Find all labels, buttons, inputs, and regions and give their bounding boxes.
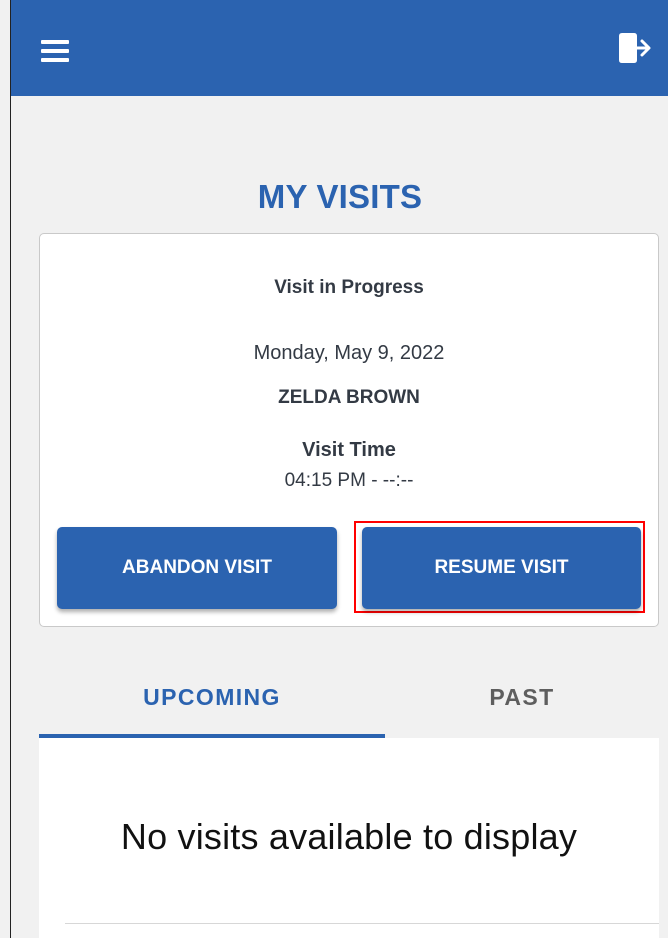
app-frame: MY VISITS Visit in Progress Monday, May …: [10, 0, 668, 938]
visit-tabs: UPCOMING PAST: [39, 660, 659, 738]
tab-past[interactable]: PAST: [385, 660, 659, 734]
resume-visit-button[interactable]: RESUME VISIT: [362, 527, 641, 609]
logout-icon: [619, 33, 651, 63]
tab-upcoming[interactable]: UPCOMING: [39, 660, 385, 734]
logout-button[interactable]: [617, 31, 653, 65]
top-app-bar: [11, 0, 668, 96]
menu-button[interactable]: [39, 36, 73, 66]
visits-list-panel: No visits available to display: [39, 738, 659, 938]
patient-name: ZELDA BROWN: [278, 387, 420, 408]
visit-date: Monday, May 9, 2022: [253, 342, 445, 364]
empty-visits-message: No visits available to display: [120, 816, 578, 857]
abandon-visit-button[interactable]: ABANDON VISIT: [57, 527, 337, 609]
visit-in-progress-card: Visit in Progress Monday, May 9, 2022 ZE…: [39, 233, 659, 627]
visit-time-value: 04:15 PM - --:--: [284, 470, 414, 491]
page-title: MY VISITS: [257, 178, 423, 216]
visit-time-label: Visit Time: [302, 439, 396, 461]
list-divider: [65, 923, 659, 924]
hamburger-menu-icon: [41, 40, 69, 62]
visit-status: Visit in Progress: [274, 277, 424, 298]
